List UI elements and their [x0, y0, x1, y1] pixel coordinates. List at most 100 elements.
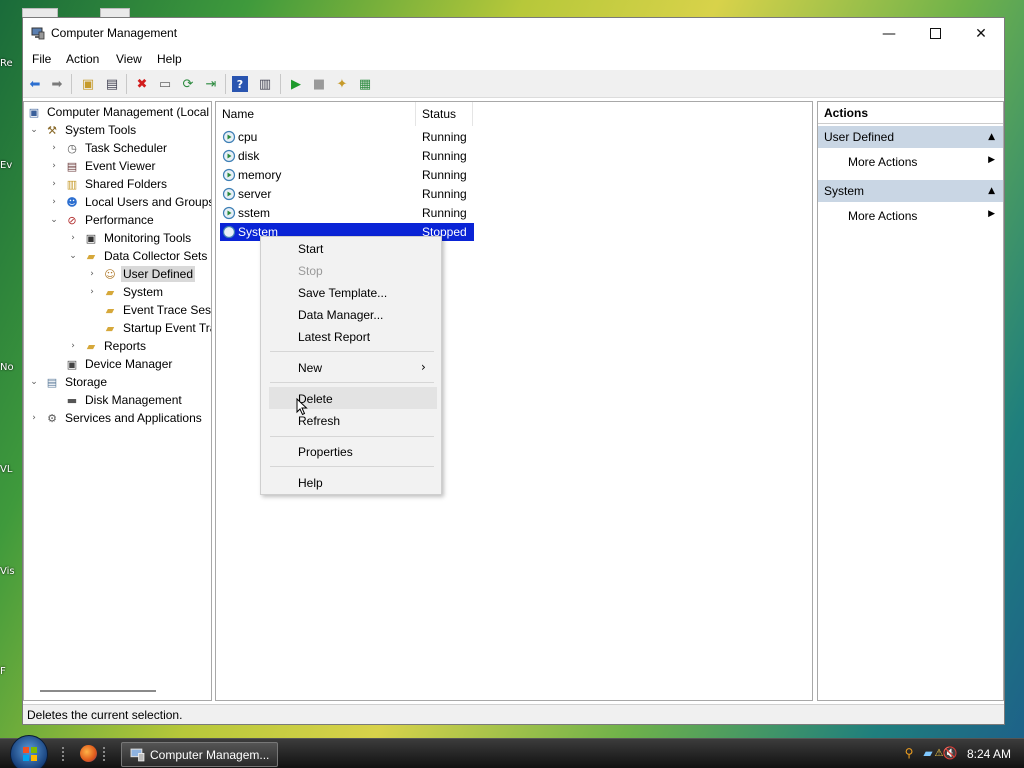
data-collector-icon: [222, 206, 236, 220]
chevron-down-icon[interactable]: ⌄: [28, 377, 40, 387]
desktop-icon-label[interactable]: Re: [0, 58, 22, 70]
collapse-up-icon[interactable]: ▲: [988, 126, 995, 148]
start-button[interactable]: [10, 735, 48, 768]
menu-item-start[interactable]: Start: [298, 242, 323, 256]
clock[interactable]: 8:24 AM: [967, 747, 1011, 761]
export-list-icon[interactable]: ⇥: [202, 75, 220, 93]
action-pane-icon[interactable]: ▥: [256, 75, 274, 93]
users-icon: ☻: [66, 195, 78, 209]
more-actions-link[interactable]: More Actions: [848, 155, 917, 169]
desktop-icon-label[interactable]: Vis: [0, 566, 22, 578]
more-actions-link[interactable]: More Actions: [848, 209, 917, 223]
tree-node[interactable]: ⌄ ⊘ Performance: [48, 211, 156, 229]
menu-action[interactable]: Action: [66, 52, 99, 66]
menu-item-data-manager[interactable]: Data Manager...: [298, 308, 383, 322]
new-data-collector-icon[interactable]: ✦: [333, 75, 351, 93]
desktop-icon-label[interactable]: VL: [0, 464, 22, 476]
volume-muted-icon[interactable]: 🔇: [942, 745, 958, 761]
console-tree[interactable]: ▣ Computer Management (Local ⌄ ⚒ System Too…: [23, 101, 212, 701]
window-title: Computer Management: [51, 26, 178, 40]
chevron-right-icon[interactable]: ›: [28, 413, 40, 423]
tree-node[interactable]: ⌄ ⚒ System Tools: [28, 121, 138, 139]
forward-icon[interactable]: ➡: [48, 75, 66, 93]
menu-item-refresh[interactable]: Refresh: [298, 414, 340, 428]
back-icon[interactable]: ⬅: [26, 75, 44, 93]
refresh-icon[interactable]: ⟳: [179, 75, 197, 93]
start-icon[interactable]: ▶: [287, 75, 305, 93]
tree-node[interactable]: ▰ Startup Event Tra: [86, 319, 211, 337]
delete-icon[interactable]: ✖: [133, 75, 151, 93]
taskbar-button-computer-management[interactable]: Computer Managem...: [121, 742, 278, 767]
properties-icon[interactable]: ▭: [156, 75, 174, 93]
menu-item-help[interactable]: Help: [298, 476, 323, 490]
minimize-icon: —: [882, 25, 896, 42]
tree-node[interactable]: ▬ Disk Management: [48, 391, 184, 409]
action-section-system[interactable]: System ▲: [818, 180, 1003, 202]
tree-node[interactable]: › ▤ Event Viewer: [48, 157, 157, 175]
tree-node[interactable]: › ▥ Shared Folders: [48, 175, 169, 193]
menu-view[interactable]: View: [116, 52, 142, 66]
horizontal-scrollbar[interactable]: [40, 690, 156, 692]
tree-node[interactable]: › ▰ Reports: [67, 337, 148, 355]
maximize-button[interactable]: [912, 18, 958, 49]
chevron-right-icon[interactable]: ›: [67, 341, 79, 351]
menu-file[interactable]: File: [32, 52, 51, 66]
menu-item-stop[interactable]: Stop: [298, 264, 323, 278]
reports-icon: ▰: [86, 339, 96, 353]
tree-node[interactable]: ⌄ ▰ Data Collector Sets: [67, 247, 209, 265]
column-header-status[interactable]: Status: [416, 102, 473, 126]
tree-node[interactable]: ▣ Device Manager: [48, 355, 174, 373]
chevron-right-icon[interactable]: ›: [86, 269, 98, 279]
list-item[interactable]: cpu Running: [220, 128, 474, 146]
chevron-right-icon[interactable]: ›: [67, 233, 79, 243]
list-item[interactable]: memory Running: [220, 166, 474, 184]
chevron-right-icon[interactable]: ›: [86, 287, 98, 297]
desktop-icon-label[interactable]: No: [0, 362, 22, 374]
tree-node[interactable]: ▣ Computer Management (Local: [26, 103, 211, 121]
list-item[interactable]: disk Running: [220, 147, 474, 165]
latest-report-icon[interactable]: ▦: [356, 75, 374, 93]
chevron-right-icon[interactable]: ›: [48, 161, 60, 171]
menu-help[interactable]: Help: [157, 52, 182, 66]
chevron-right-icon[interactable]: ›: [48, 143, 60, 153]
list-item[interactable]: sstem Running: [220, 204, 474, 222]
tree-node-selected[interactable]: › ☺ User Defined: [86, 265, 196, 283]
collapse-up-icon[interactable]: ▲: [988, 180, 995, 202]
tools-icon: ⚒: [47, 123, 57, 137]
computer-icon: ▣: [28, 105, 40, 119]
close-button[interactable]: ✕: [958, 18, 1004, 49]
up-folder-icon[interactable]: ▣: [79, 75, 97, 93]
firefox-icon[interactable]: [80, 745, 97, 762]
desktop-icon-label[interactable]: Ev: [0, 160, 22, 172]
minimize-button[interactable]: —: [866, 18, 912, 49]
desktop-icon-label[interactable]: F: [0, 666, 22, 678]
menu-item-new[interactable]: New: [298, 361, 322, 375]
menu-item-latest-report[interactable]: Latest Report: [298, 330, 370, 344]
search-icon[interactable]: ⚲: [901, 745, 917, 761]
list-item[interactable]: server Running: [220, 185, 474, 203]
chevron-down-icon[interactable]: ⌄: [67, 251, 79, 261]
menu-separator: [270, 466, 434, 467]
title-bar[interactable]: Computer Management — ✕: [23, 18, 1004, 49]
maximize-icon: [929, 28, 941, 39]
action-section-user-defined[interactable]: User Defined ▲: [818, 126, 1003, 148]
chevron-down-icon[interactable]: ⌄: [48, 215, 60, 225]
shared-folder-icon: ▥: [66, 177, 78, 191]
show-hide-tree-icon[interactable]: ▤: [103, 75, 121, 93]
chevron-right-icon[interactable]: ›: [48, 197, 60, 207]
tree-node[interactable]: › ☻ Local Users and Groups: [48, 193, 211, 211]
chevron-right-icon[interactable]: ›: [48, 179, 60, 189]
tree-node[interactable]: › ◷ Task Scheduler: [48, 139, 169, 157]
menu-item-save-template[interactable]: Save Template...: [298, 286, 387, 300]
stop-icon[interactable]: ■: [310, 75, 328, 93]
tree-node[interactable]: › ▣ Monitoring Tools: [67, 229, 193, 247]
tree-node[interactable]: ▰ Event Trace Sess: [86, 301, 211, 319]
tree-node[interactable]: › ⚙ Services and Applications: [28, 409, 204, 427]
chevron-down-icon[interactable]: ⌄: [28, 125, 40, 135]
help-icon[interactable]: ?: [232, 76, 248, 92]
tree-node[interactable]: ⌄ ▤ Storage: [28, 373, 109, 391]
device-manager-icon: ▣: [66, 357, 78, 371]
tree-node[interactable]: › ▰ System: [86, 283, 165, 301]
menu-item-properties[interactable]: Properties: [298, 445, 353, 459]
column-header-name[interactable]: Name: [216, 102, 416, 126]
